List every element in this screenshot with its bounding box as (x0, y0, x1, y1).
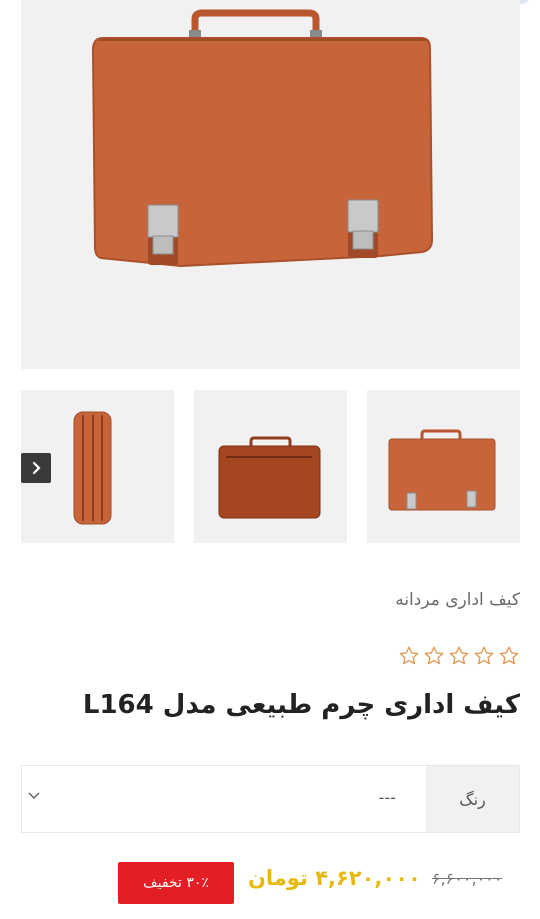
chevron-down-icon (28, 792, 40, 800)
variation-row: رنگ --- (21, 765, 520, 833)
thumbnail-front[interactable] (367, 390, 520, 543)
thumbnail-back[interactable] (194, 390, 347, 543)
variation-label: رنگ (426, 766, 519, 832)
star-icon (449, 646, 469, 665)
star-icon (474, 646, 494, 665)
discount-badge: ۳۰٪ تخفیف (118, 862, 234, 904)
gallery-arrow-button[interactable] (21, 453, 51, 483)
chevron-right-icon (32, 461, 41, 475)
product-title: کیف اداری چرم طبیعی مدل L164 (82, 690, 520, 720)
star-icon (399, 646, 419, 665)
new-price: ۴,۶۲۰,۰۰۰ تومان (248, 866, 421, 890)
select-value: --- (378, 788, 396, 807)
rating-stars (398, 645, 520, 667)
old-price: ۶,۶۰۰,۰۰۰ (432, 869, 503, 888)
star-icon (499, 646, 519, 665)
main-product-image[interactable] (21, 0, 520, 369)
product-category-link[interactable]: کیف اداری مردانه (395, 590, 520, 610)
color-select[interactable]: --- (22, 766, 426, 832)
star-icon (424, 646, 444, 665)
